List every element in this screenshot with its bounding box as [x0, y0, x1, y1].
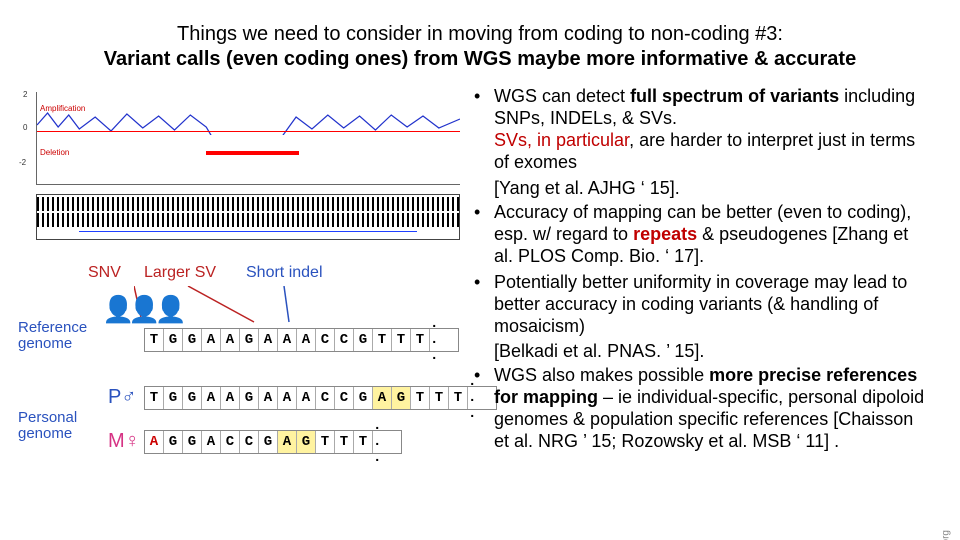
- bullet-column: WGS can detect full spectrum of variants…: [464, 86, 932, 518]
- bullet-2: Accuracy of mapping can be better (even …: [470, 202, 932, 268]
- slide-title: Things we need to consider in moving fro…: [0, 0, 960, 78]
- cnv-line-chart: 2 0 -2: [36, 92, 460, 185]
- bullet-1-citation: [Yang et al. AJHG ‘ 15].: [494, 178, 932, 200]
- reference-genome-label: Reference genome: [18, 320, 98, 352]
- cnv-signal-line: [37, 105, 460, 140]
- deletion-label: Deletion: [40, 148, 69, 157]
- maternal-symbol: M♀: [108, 430, 140, 453]
- bullet-list: WGS can detect full spectrum of variants…: [470, 86, 932, 174]
- short-indel-label: Short indel: [246, 264, 323, 282]
- bullet-1: WGS can detect full spectrum of variants…: [470, 86, 932, 174]
- snv-label: SNV: [88, 264, 121, 282]
- larger-sv-label: Larger SV: [144, 264, 216, 282]
- bullet-list-2: Accuracy of mapping can be better (even …: [470, 202, 932, 338]
- amplification-label: Amplification: [40, 104, 85, 113]
- title-line-2: Variant calls (even coding ones) from WG…: [40, 47, 920, 72]
- cnv-baseline: [37, 131, 460, 132]
- maternal-sequence-row: AGGACCGAGTTT. . .: [144, 430, 402, 454]
- genome-sequence-figure: SNV Larger SV Short indel Reference geno…: [14, 258, 464, 518]
- credit-text: Lectures.GersteinLab.org: [941, 530, 952, 540]
- cnv-deletion-segment: [206, 151, 299, 155]
- figures-column: 2 0 -2 Amplification Deletion S: [14, 86, 464, 518]
- bullet-4: WGS also makes possible more precise ref…: [470, 365, 932, 453]
- footer-credit: 5 - Lectures.GersteinLab.org: [936, 530, 954, 540]
- population-icon: 👤👤👤: [102, 294, 181, 325]
- coverage-band: [36, 194, 460, 240]
- slide-content: 2 0 -2 Amplification Deletion S: [0, 78, 960, 518]
- title-line-1: Things we need to consider in moving fro…: [40, 22, 920, 47]
- bullet-3: Potentially better uniformity in coverag…: [470, 272, 932, 338]
- reference-sequence-row: TGGAAGAAACCGTTT. . .: [144, 328, 459, 352]
- paternal-sequence-row: TGGAAGAAACCGAGTTT. . .: [144, 386, 497, 410]
- bullet-3-citation: [Belkadi et al. PNAS. ’ 15].: [494, 341, 932, 363]
- personal-genome-label: Personal genome: [18, 410, 98, 442]
- cnv-track-figure: 2 0 -2 Amplification Deletion: [14, 86, 464, 246]
- paternal-symbol: P♂: [108, 386, 136, 409]
- bullet-list-3: WGS also makes possible more precise ref…: [470, 365, 932, 453]
